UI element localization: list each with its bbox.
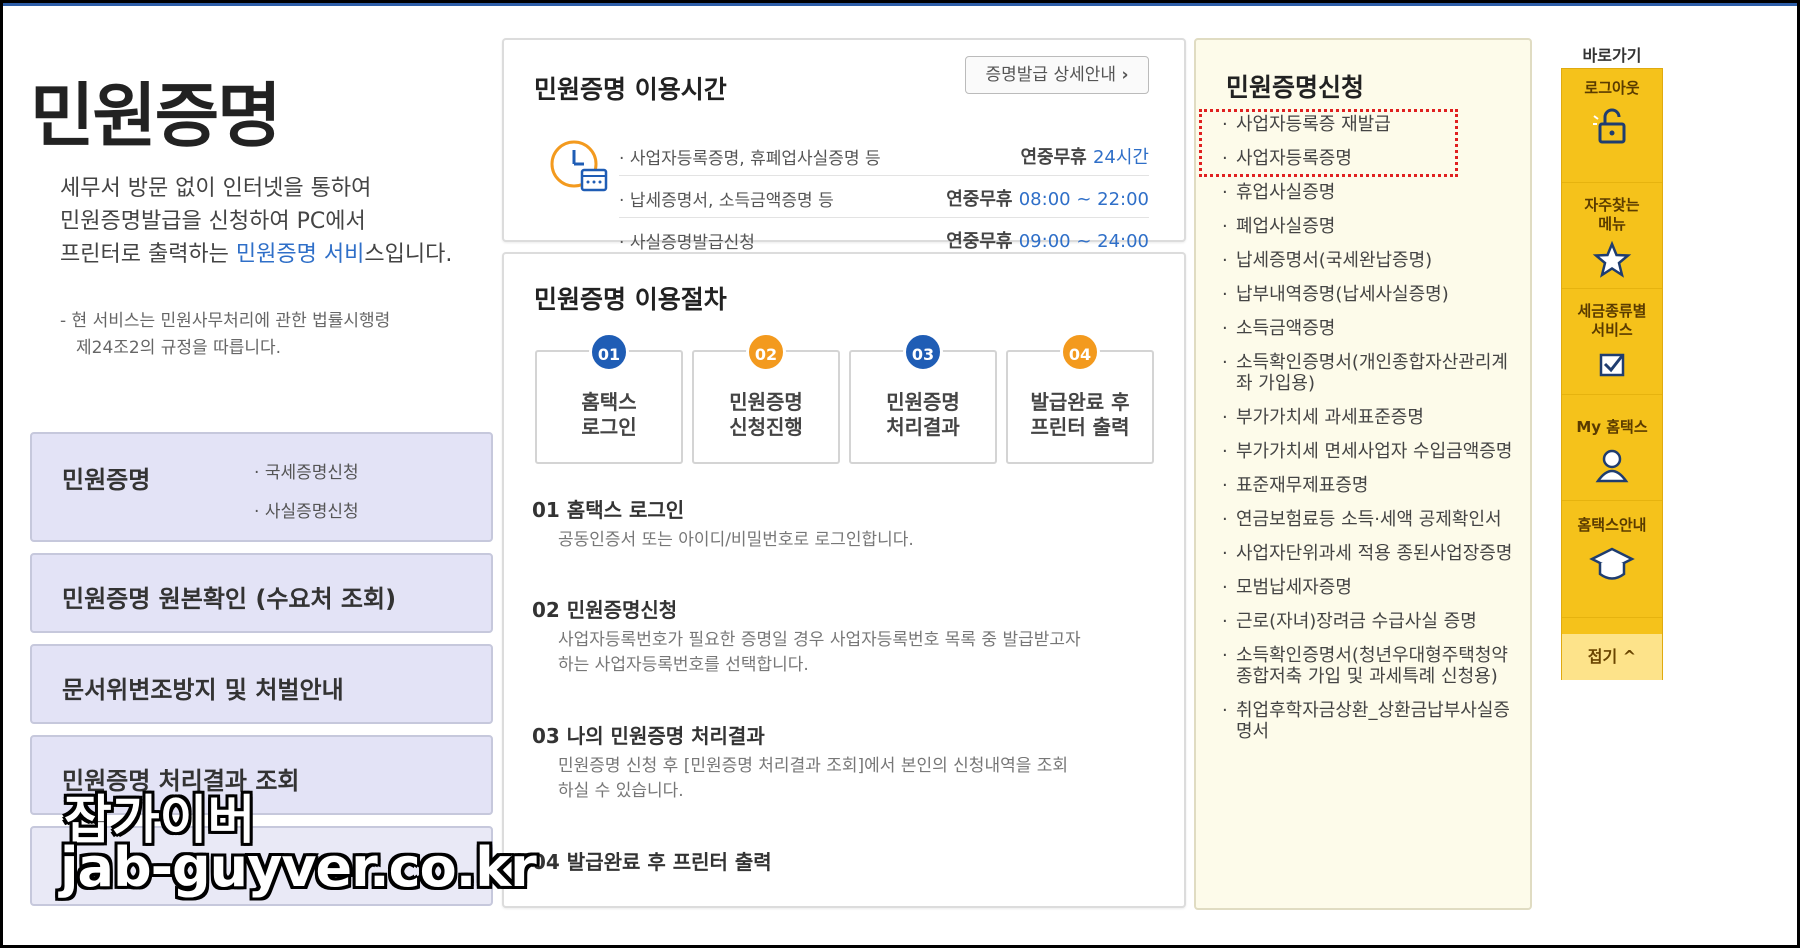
outer-frame xyxy=(0,0,1800,948)
